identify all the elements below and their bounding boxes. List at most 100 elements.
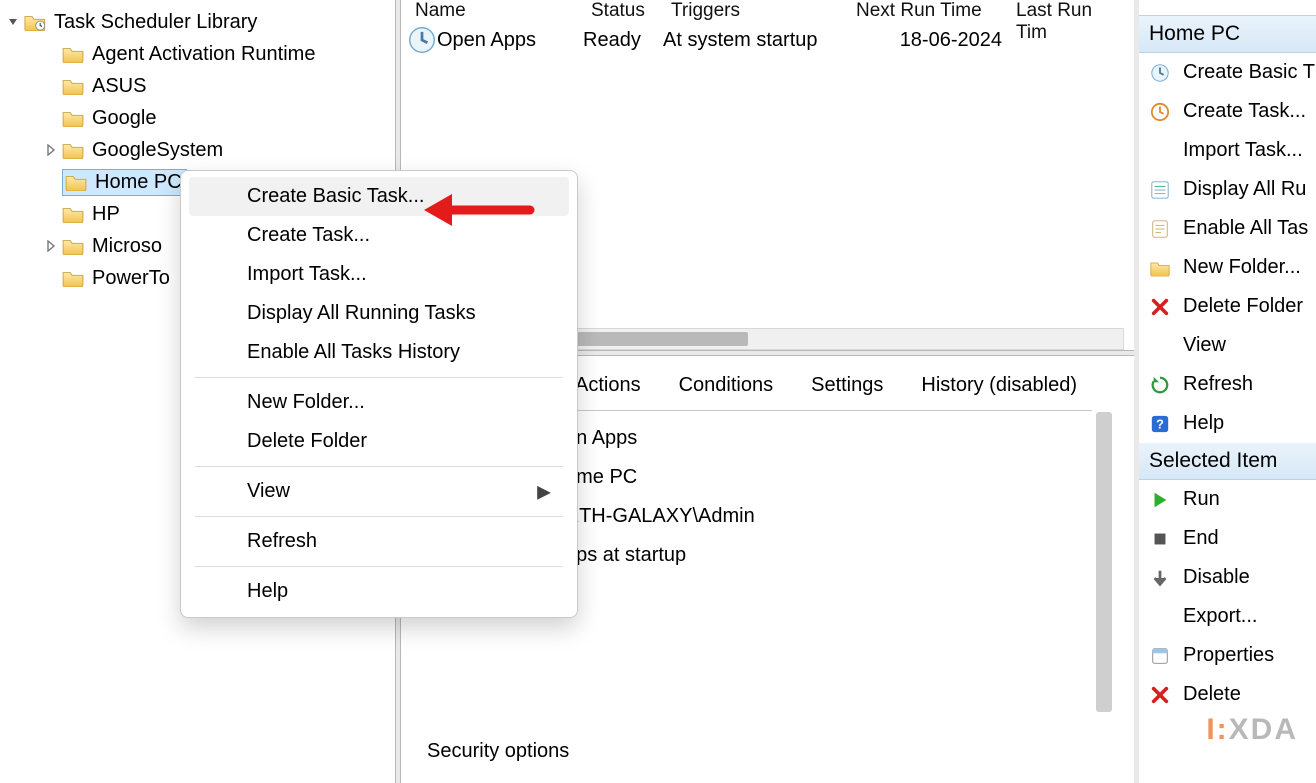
wm-c: DA (1251, 713, 1298, 746)
ap-properties[interactable]: Properties (1139, 636, 1316, 675)
tree-root[interactable]: Task Scheduler Library (0, 6, 395, 38)
caret-closed-icon[interactable] (42, 237, 60, 255)
ap-label: New Folder... (1183, 256, 1301, 279)
vertical-scrollbar[interactable] (1096, 412, 1112, 712)
tree-label: Microso (92, 235, 162, 258)
cm-display-running[interactable]: Display All Running Tasks (189, 294, 569, 333)
ap-create-task[interactable]: Create Task... (1139, 92, 1316, 131)
caret-spacer (42, 205, 60, 223)
tree-item-googlesystem[interactable]: GoogleSystem (0, 134, 395, 166)
detail-location: ome PC (555, 458, 1092, 497)
ap-label: Run (1183, 488, 1220, 511)
tab-history[interactable]: History (disabled) (911, 370, 1087, 401)
detail-general: en Apps ome PC RTH-GALAXY\Admin pps at s… (555, 410, 1092, 783)
folder-icon (62, 45, 84, 63)
chevron-right-icon: ▶ (537, 481, 551, 502)
folder-icon (62, 205, 84, 223)
ap-run[interactable]: Run (1139, 480, 1316, 519)
ap-disable[interactable]: Disable (1139, 558, 1316, 597)
folder-icon (62, 109, 84, 127)
ap-label: End (1183, 527, 1219, 550)
ap-label: Export... (1183, 605, 1257, 628)
cm-separator (195, 377, 563, 378)
ap-enable-history[interactable]: Enable All Tas (1139, 209, 1316, 248)
actions-pane-header (1139, 0, 1316, 16)
help-icon (1149, 413, 1171, 435)
tab-settings[interactable]: Settings (801, 370, 893, 401)
ap-end[interactable]: End (1139, 519, 1316, 558)
task-triggers: At system startup (663, 29, 848, 52)
task-header-row: Name Status Triggers Next Run Time Last … (407, 0, 1134, 22)
ap-label: Enable All Tas (1183, 217, 1308, 240)
folder-icon (62, 269, 84, 287)
folder-icon (62, 141, 84, 159)
caret-spacer (42, 77, 60, 95)
cm-import-task[interactable]: Import Task... (189, 255, 569, 294)
cm-separator (195, 516, 563, 517)
tree-item-agent-activation-runtime[interactable]: Agent Activation Runtime (0, 38, 395, 70)
tree-item-google[interactable]: Google (0, 102, 395, 134)
tree-label: HP (92, 203, 120, 226)
actions-pane: Home PC Create Basic T Create Task... Im… (1134, 0, 1316, 783)
folder-icon (1149, 257, 1171, 279)
ap-help[interactable]: Help (1139, 404, 1316, 443)
detail-description: pps at startup (555, 536, 1092, 575)
tree-label: GoogleSystem (92, 139, 223, 162)
tree-label: PowerTo (92, 267, 170, 290)
task-status: Ready (583, 29, 663, 52)
refresh-icon (1149, 374, 1171, 396)
x-red-icon (1149, 296, 1171, 318)
cm-refresh[interactable]: Refresh (189, 522, 569, 561)
tree-root-label: Task Scheduler Library (54, 11, 257, 34)
tree-item-asus[interactable]: ASUS (0, 70, 395, 102)
detail-tabs: Actions Conditions Settings History (dis… (565, 370, 1087, 401)
ap-label: Create Task... (1183, 100, 1306, 123)
detail-name: en Apps (555, 419, 1092, 458)
ap-create-basic-task[interactable]: Create Basic T (1139, 53, 1316, 92)
task-clock-icon (1149, 62, 1171, 84)
task-clock-icon (407, 25, 437, 55)
col-last-run[interactable]: Last Run Tim (1008, 0, 1134, 22)
cm-help[interactable]: Help (189, 572, 569, 611)
caret-closed-icon[interactable] (42, 141, 60, 159)
down-arrow-icon (1149, 567, 1171, 589)
caret-open-icon[interactable] (4, 13, 22, 31)
annotation-arrow (420, 188, 536, 237)
wm-b: X (1229, 713, 1251, 746)
wm-a: I: (1206, 713, 1228, 746)
cm-new-folder[interactable]: New Folder... (189, 383, 569, 422)
col-next-run[interactable]: Next Run Time (848, 0, 1008, 22)
x-red-icon (1149, 684, 1171, 706)
folder-icon (62, 237, 84, 255)
ap-new-folder[interactable]: New Folder... (1139, 248, 1316, 287)
ap-delete[interactable]: Delete (1139, 675, 1316, 714)
caret-spacer (42, 45, 60, 63)
cm-view-label: View (247, 480, 290, 502)
cm-enable-history[interactable]: Enable All Tasks History (189, 333, 569, 372)
ap-label: Refresh (1183, 373, 1253, 396)
ap-refresh[interactable]: Refresh (1139, 365, 1316, 404)
ap-display-running[interactable]: Display All Ru (1139, 170, 1316, 209)
ap-label: Create Basic T (1183, 61, 1315, 84)
col-triggers[interactable]: Triggers (663, 0, 848, 22)
cm-delete-folder[interactable]: Delete Folder (189, 422, 569, 461)
tree-label: ASUS (92, 75, 146, 98)
ap-label: Import Task... (1183, 139, 1303, 162)
blank-icon (1149, 140, 1171, 162)
detail-author: RTH-GALAXY\Admin (555, 497, 1092, 536)
tree-label: Home PC (95, 171, 182, 194)
cm-separator (195, 566, 563, 567)
tab-conditions[interactable]: Conditions (669, 370, 784, 401)
caret-spacer (42, 173, 60, 191)
ap-view[interactable]: View (1139, 326, 1316, 365)
cm-view[interactable]: View ▶ (189, 472, 569, 511)
scheduler-library-icon (24, 13, 46, 31)
folder-icon (62, 77, 84, 95)
ap-import-task[interactable]: Import Task... (1139, 131, 1316, 170)
ap-delete-folder[interactable]: Delete Folder (1139, 287, 1316, 326)
col-status[interactable]: Status (583, 0, 663, 22)
ap-export[interactable]: Export... (1139, 597, 1316, 636)
col-name[interactable]: Name (407, 0, 583, 22)
play-icon (1149, 489, 1171, 511)
ap-label: Delete (1183, 683, 1241, 706)
